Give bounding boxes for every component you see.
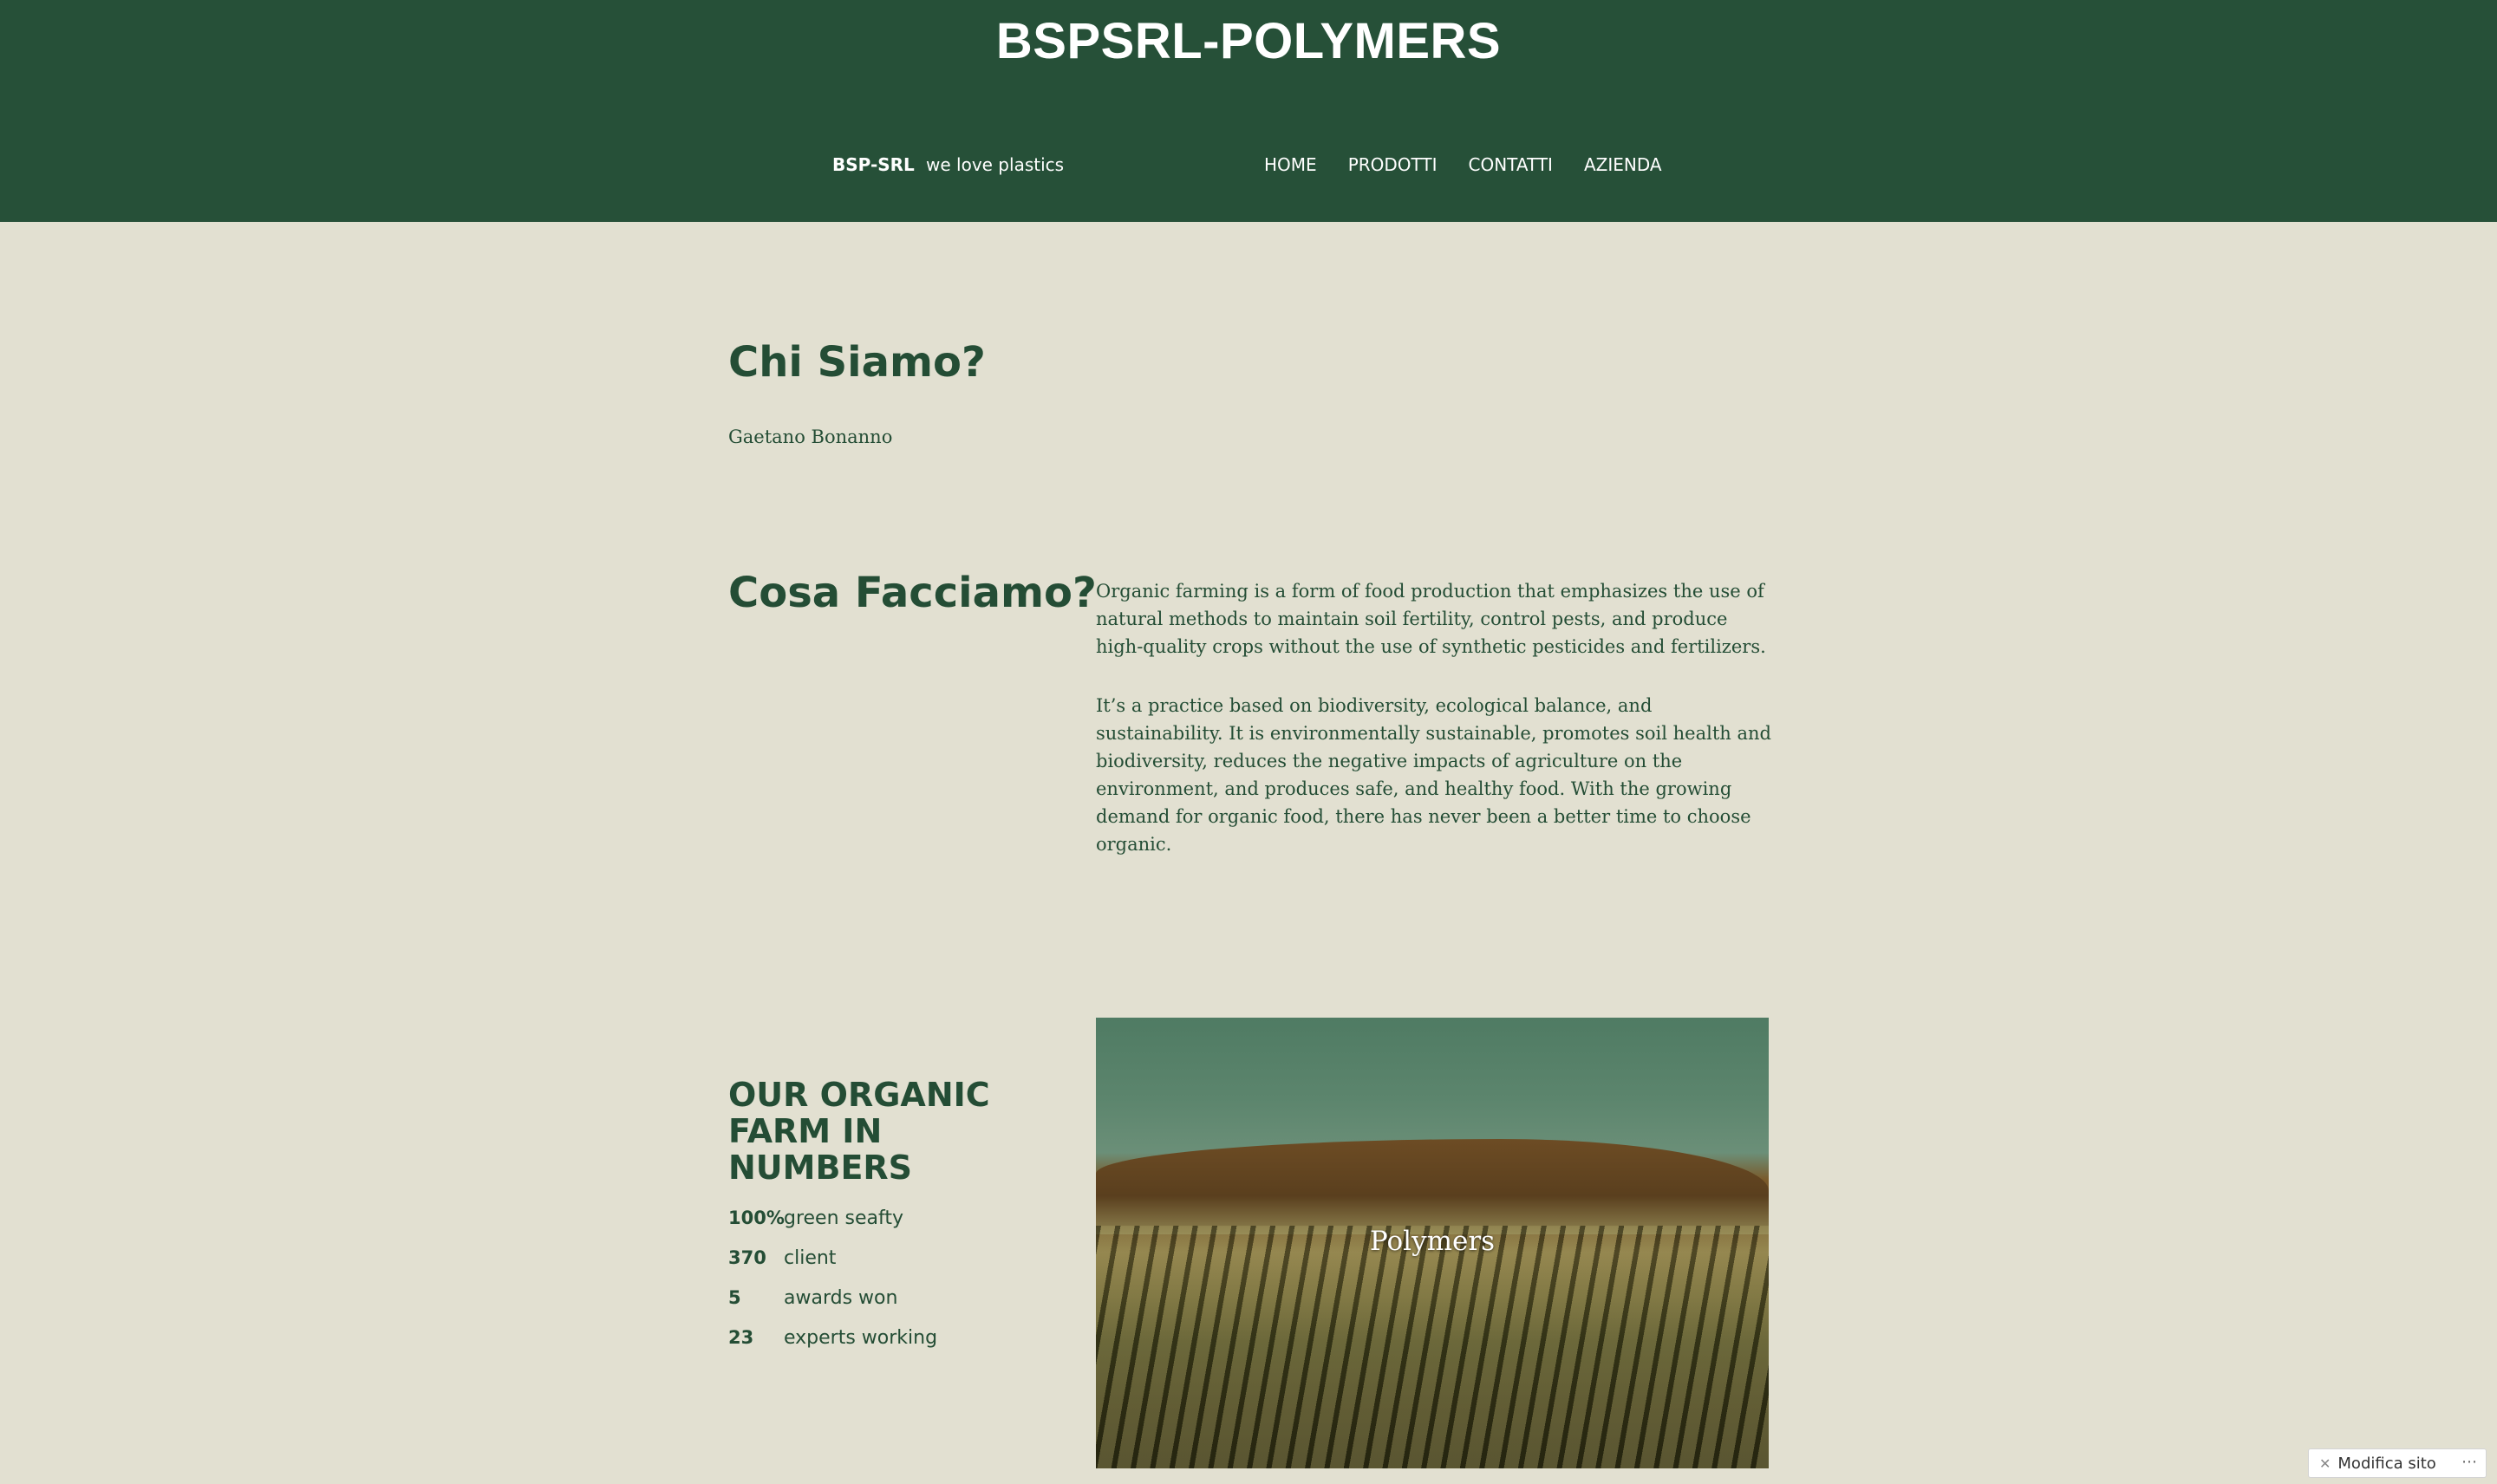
- stat-row: 5 awards won: [728, 1278, 937, 1318]
- farm-image: Polymers: [1096, 1018, 1769, 1468]
- nav-item-home[interactable]: HOME: [1264, 154, 1317, 175]
- image-crop-rows: [1096, 1226, 1769, 1468]
- what-paragraph-2: It’s a practice based on biodiversity, e…: [1096, 695, 1771, 855]
- site-tagline: we love plastics: [926, 154, 1065, 175]
- what-heading: Cosa Facciamo?: [728, 569, 1097, 617]
- image-caption: Polymers: [1369, 1226, 1496, 1257]
- wrench-icon: ✕: [2319, 1455, 2331, 1472]
- edit-site-label: Modifica sito: [2337, 1454, 2436, 1473]
- stat-value: 100%: [728, 1207, 785, 1228]
- stats-list: 100% green seafty 370 client 5 awards wo…: [728, 1198, 937, 1357]
- nav-item-prodotti[interactable]: PRODOTTI: [1348, 154, 1438, 175]
- author-name: Gaetano Bonanno: [728, 426, 893, 447]
- what-paragraph-1: Organic farming is a form of food produc…: [1096, 581, 1766, 657]
- stat-value: 5: [728, 1287, 741, 1308]
- numbers-heading: OUR ORGANIC FARM IN NUMBERS: [728, 1076, 990, 1187]
- image-hills: [1096, 1139, 1769, 1234]
- about-heading: Chi Siamo?: [728, 338, 986, 387]
- stat-row: 23 experts working: [728, 1318, 937, 1357]
- stat-value: 370: [728, 1247, 766, 1268]
- main-nav: HOME PRODOTTI CONTATTI AZIENDA: [1264, 154, 1662, 175]
- nav-item-azienda[interactable]: AZIENDA: [1584, 154, 1662, 175]
- edit-site-button[interactable]: ✕ Modifica sito ⋯: [2308, 1448, 2487, 1478]
- stat-value: 23: [728, 1327, 754, 1348]
- brand-link[interactable]: BSP-SRL: [832, 154, 915, 175]
- stat-label: green seafty: [784, 1207, 904, 1229]
- stat-label: client: [784, 1246, 837, 1269]
- stat-row: 370 client: [728, 1238, 937, 1278]
- stat-label: awards won: [784, 1286, 898, 1309]
- stat-row: 100% green seafty: [728, 1198, 937, 1238]
- nav-item-contatti[interactable]: CONTATTI: [1469, 154, 1553, 175]
- stat-label: experts working: [784, 1326, 938, 1349]
- site-title[interactable]: BSPSRL-POLYMERS: [0, 12, 2497, 70]
- more-dots-icon[interactable]: ⋯: [2461, 1453, 2477, 1471]
- site-header: BSPSRL-POLYMERS BSP-SRL we love plastics…: [0, 0, 2497, 222]
